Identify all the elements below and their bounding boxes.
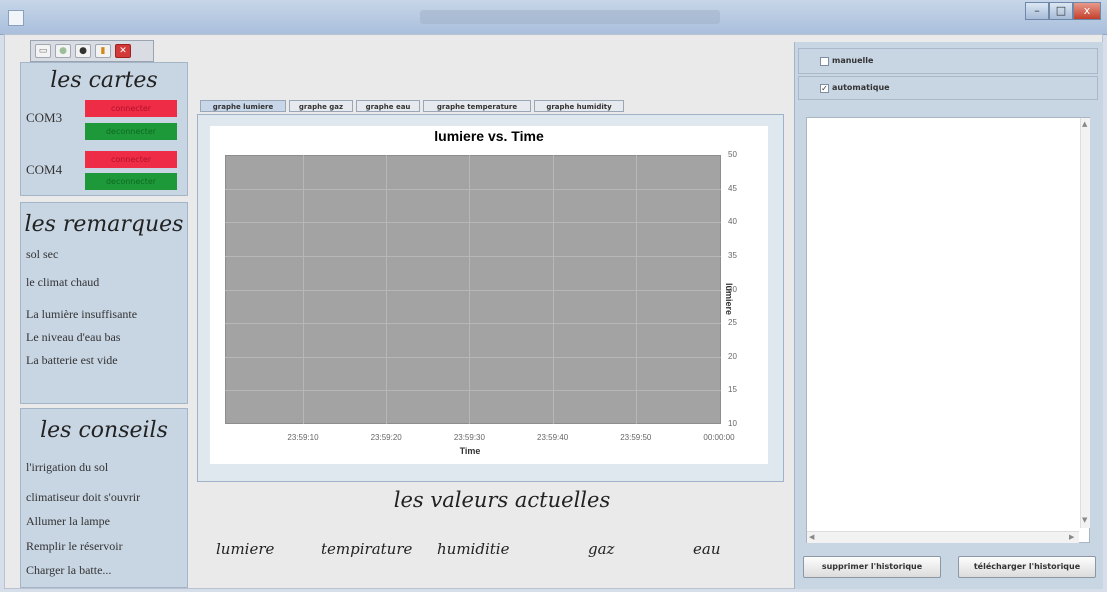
value-label-gaz: gaz	[588, 540, 615, 558]
minimize-button[interactable]: –	[1025, 2, 1049, 20]
history-horizontal-scrollbar[interactable]: ◀ ▶	[807, 531, 1079, 543]
y-tick-label: 25	[728, 318, 737, 328]
app-icon	[8, 10, 24, 26]
remarque-item: La batterie est vide	[26, 353, 118, 367]
grid-line-vertical	[386, 155, 387, 424]
y-tick-label: 50	[728, 150, 737, 159]
y-tick-label: 40	[728, 217, 737, 227]
scroll-left-icon[interactable]: ◀	[809, 533, 814, 541]
grid-line-vertical	[469, 155, 470, 424]
scroll-up-icon[interactable]: ▲	[1082, 120, 1087, 128]
conseil-item: Allumer la lampe	[26, 514, 110, 528]
connect-button-com3[interactable]: connecter	[85, 100, 177, 117]
maximize-button[interactable]: □	[1049, 2, 1073, 20]
remarque-item: Le niveau d'eau bas	[26, 330, 121, 344]
y-axis-label: lumiere	[724, 283, 734, 316]
value-label-lumiere: lumiere	[216, 540, 275, 558]
manual-label: manuelle	[832, 56, 874, 65]
y-tick-label: 10	[728, 419, 737, 428]
disconnect-button-com3[interactable]: deconnecter	[85, 123, 177, 140]
x-tick-label: 23:59:50	[620, 433, 652, 442]
grid-line-horizontal	[225, 323, 721, 324]
disconnect-button-com4[interactable]: deconnecter	[85, 173, 177, 190]
remarques-title: les remarques	[24, 212, 184, 237]
auto-label: automatique	[832, 83, 890, 92]
value-label-tempirature: tempirature	[321, 540, 413, 558]
conseil-item: l'irrigation du sol	[26, 460, 109, 474]
auto-checkbox[interactable]: ✓	[820, 84, 829, 93]
tab-graphe-gaz[interactable]: graphe gaz	[289, 100, 353, 112]
grid-line-vertical	[303, 155, 304, 424]
x-tick-label: 23:59:30	[453, 433, 485, 442]
close-icon[interactable]: ✕	[115, 44, 131, 58]
y-tick-label: 20	[728, 351, 737, 361]
chart-title: lumiere vs. Time	[434, 128, 544, 144]
conseil-item: climatiseur doit s'ouvrir	[26, 490, 141, 504]
grid-line-horizontal	[225, 256, 721, 257]
conseil-item: Remplir le réservoir	[26, 539, 123, 553]
grid-line-vertical	[636, 155, 637, 424]
value-label-eau: eau	[693, 540, 721, 558]
remarque-item: le climat chaud	[26, 275, 100, 289]
remarque-item: La lumière insuffisante	[26, 307, 138, 321]
y-tick-label: 35	[728, 250, 737, 260]
tab-graphe-lumiere[interactable]: graphe lumiere	[200, 100, 286, 112]
document-icon[interactable]: ▭	[35, 44, 51, 58]
x-tick-label: 23:59:10	[287, 433, 319, 442]
history-textarea[interactable]	[806, 117, 1090, 543]
grid-line-horizontal	[225, 189, 721, 190]
record-icon[interactable]: ●	[75, 44, 91, 58]
close-window-button[interactable]: x	[1073, 2, 1101, 20]
manual-checkbox[interactable]	[820, 57, 829, 66]
scroll-right-icon[interactable]: ▶	[1069, 533, 1074, 541]
x-axis-label: Time	[459, 446, 481, 456]
grid-line-horizontal	[225, 357, 721, 358]
y-tick-label: 15	[728, 385, 737, 395]
history-vertical-scrollbar[interactable]: ▲ ▼	[1080, 118, 1090, 528]
conseil-item: Charger la batte...	[26, 563, 112, 577]
scroll-down-icon[interactable]: ▼	[1082, 516, 1087, 524]
grid-line-horizontal	[225, 222, 721, 223]
values-title: les valeurs actuelles	[393, 488, 611, 512]
connect-button-com4[interactable]: connecter	[85, 151, 177, 168]
grid-line-horizontal	[225, 290, 721, 291]
toolbar: ▭ ● ● ▮ ✕	[30, 40, 154, 62]
grid-line-vertical	[553, 155, 554, 424]
chart-icon[interactable]: ▮	[95, 44, 111, 58]
tab-graphe-humidity[interactable]: graphe humidity	[534, 100, 624, 112]
y-tick-label: 45	[728, 183, 737, 193]
port-label-com3: COM3	[26, 110, 63, 125]
cartes-title: les cartes	[50, 68, 158, 93]
tab-graphe-eau[interactable]: graphe eau	[356, 100, 420, 112]
port-label-com4: COM4	[26, 162, 63, 177]
x-tick-label: 23:59:20	[370, 433, 402, 442]
x-tick-label: 00:00:00	[703, 433, 735, 442]
conseils-title: les conseils	[40, 418, 168, 443]
window-controls: – □ x	[1025, 2, 1101, 20]
x-tick-label: 23:59:40	[537, 433, 569, 442]
window-title	[420, 10, 720, 24]
grid-line-horizontal	[225, 390, 721, 391]
tab-graphe-temperature[interactable]: graphe temperature	[423, 100, 531, 112]
value-label-humiditie: humiditie	[437, 540, 510, 558]
remarque-item: sol sec	[26, 247, 59, 261]
delete-history-button[interactable]: supprimer l'historique	[803, 556, 941, 578]
download-history-button[interactable]: télécharger l'historique	[958, 556, 1096, 578]
circle-icon[interactable]: ●	[55, 44, 71, 58]
